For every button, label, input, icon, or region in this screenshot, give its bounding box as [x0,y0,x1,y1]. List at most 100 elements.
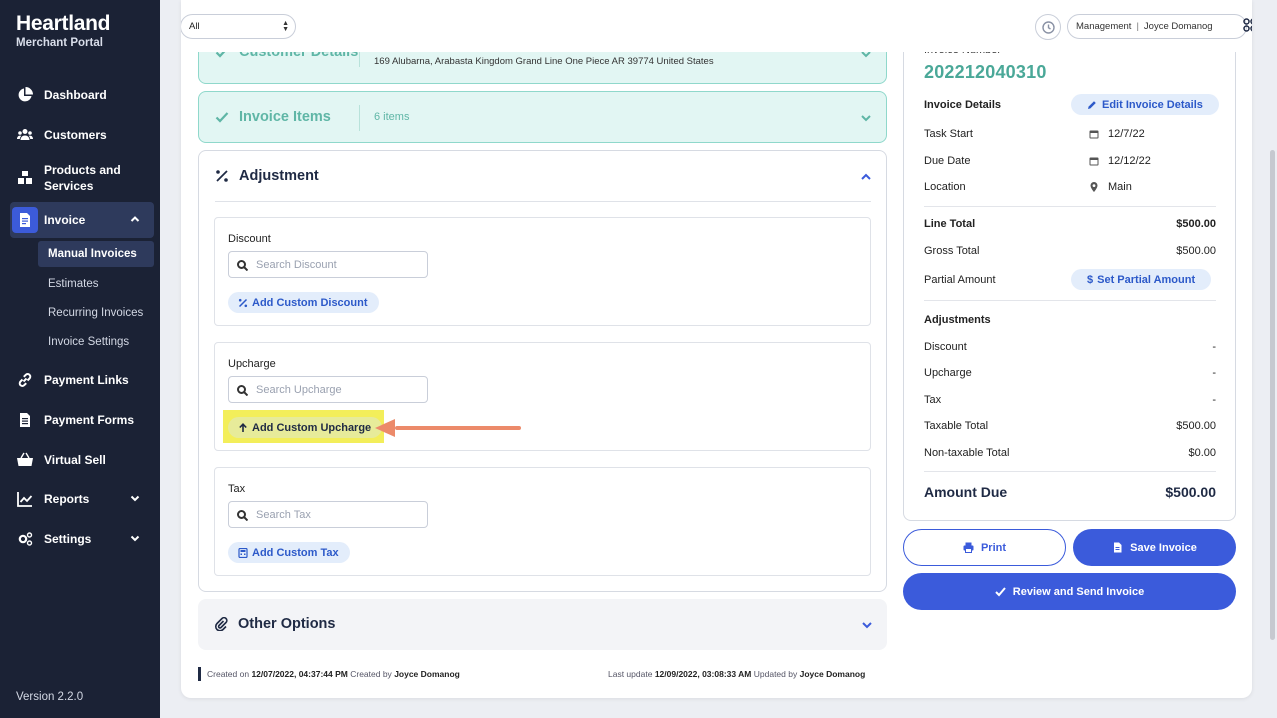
sidebar-item-label: Payment Links [44,373,129,387]
other-options-title: Other Options [214,616,335,632]
chevron-down-icon [130,492,140,506]
calculator-icon [238,547,248,558]
task-start-row: Task Start 12/7/22 [924,128,1145,140]
annotation-arrow [395,426,521,430]
annotation-arrow-head [375,419,395,437]
due-date-row: Due Date 12/12/22 [924,155,1151,167]
app-version: Version 2.2.0 [16,691,84,703]
sidebar-item-products-and-services[interactable]: Products and Services [10,162,154,194]
review-and-send-invoice-button[interactable]: Review and Send Invoice [903,573,1236,610]
user-menu[interactable]: Management | Joyce Domanog [1067,14,1247,39]
sidebar-item-virtual-sell[interactable]: Virtual Sell [10,450,154,470]
upcharge-label: Upcharge [228,358,276,370]
upcharge-search-placeholder: Search Upcharge [256,383,342,396]
sidebar-item-label: Dashboard [44,88,107,102]
chevron-up-icon[interactable] [860,170,872,182]
sidebar-item-label: Payment Forms [44,413,135,427]
sidebar-item-customers[interactable]: Customers [10,125,154,145]
chart-icon [16,490,34,508]
taxable-total-value: $500.00 [1176,420,1216,432]
chevron-down-icon[interactable] [860,111,872,123]
other-options-panel[interactable]: Other Options [198,599,887,650]
sidebar-item-dashboard[interactable]: Dashboard [10,85,154,105]
sidebar-item-reports[interactable]: Reports [10,489,154,509]
divider [924,300,1216,301]
filter-select[interactable]: All ▲ ▼ [181,14,296,39]
clock-icon [1041,20,1055,34]
top-bar: All ▲ ▼ Management | Joyce Domanog [181,0,1252,52]
chevron-down-icon [130,532,140,546]
tax-search-input[interactable]: Search Tax [228,501,428,528]
brand-subtitle: Merchant Portal [16,37,103,49]
invoice-items-count: 6 items [374,111,410,123]
add-custom-tax-button[interactable]: Add Custom Tax [228,542,350,563]
discount-row: Discount - [924,341,1216,353]
discount-section: Discount Search Discount Add Custom Disc… [214,217,871,326]
check-icon [995,587,1006,597]
history-button[interactable] [1035,14,1061,40]
invoice-editor-card: Customer Details 169 Alubarna, Arabasta … [181,0,1252,698]
upcharge-value: - [1212,367,1216,379]
sidebar: Heartland Merchant Portal Dashboard Cust… [0,0,160,718]
calendar-icon [1089,130,1099,139]
user-name: Joyce Domanog [1143,21,1213,32]
updated-on: 12/09/2022, 03:08:33 AM [654,669,752,679]
sidebar-item-settings[interactable]: Settings [10,529,154,549]
upcharge-section: Upcharge Search Upcharge Add Custom Upch… [214,342,871,451]
line-total-row: Line Total $500.00 [924,218,1216,230]
divider [215,201,871,202]
pie-chart-icon [16,86,34,104]
boxes-icon [16,169,34,187]
sidebar-subitem-invoice-settings[interactable]: Invoice Settings [38,329,154,355]
sidebar-item-payment-links[interactable]: Payment Links [10,370,154,390]
map-pin-icon [1090,182,1098,192]
brand-logo[interactable]: Heartland Merchant Portal [16,12,110,49]
sidebar-subitem-estimates[interactable]: Estimates [38,271,154,297]
edit-invoice-details-button[interactable]: Edit Invoice Details [1071,94,1219,115]
sidebar-subitem-recurring-invoices[interactable]: Recurring Invoices [38,300,154,326]
divider [359,105,360,131]
amount-due-row: Amount Due $500.00 [924,484,1216,500]
upcharge-search-input[interactable]: Search Upcharge [228,376,428,403]
due-date-value: 12/12/22 [1108,155,1151,167]
chevron-down-icon[interactable] [861,618,873,630]
save-invoice-button[interactable]: Save Invoice [1073,529,1236,566]
sidebar-subitem-manual-invoices[interactable]: Manual Invoices [38,241,154,267]
created-meta: Created on 12/07/2022, 04:37:44 PM Creat… [207,669,460,679]
select-arrows-icon: ▲ ▼ [282,20,289,33]
calendar-icon [1089,157,1099,166]
gross-total-row: Gross Total $500.00 [924,245,1216,257]
sidebar-item-label: Settings [44,532,92,546]
adjustment-title[interactable]: Adjustment [215,168,319,184]
sidebar-item-invoice[interactable]: Invoice [10,202,154,238]
task-start-value: 12/7/22 [1108,128,1145,140]
invoice-number: 202212040310 [924,62,1047,82]
pencil-icon [1088,100,1096,109]
add-custom-upcharge-button[interactable]: Add Custom Upcharge [228,417,383,438]
invoice-items-panel[interactable]: Invoice Items 6 items [198,91,887,143]
separator: | [1136,21,1139,32]
tax-label: Tax [228,483,246,495]
tax-search-placeholder: Search Tax [256,508,311,521]
line-total-value: $500.00 [1176,218,1216,230]
filter-select-value: All [189,21,200,32]
user-role: Management [1076,21,1132,32]
search-icon [237,260,248,271]
print-button[interactable]: Print [903,529,1066,566]
add-custom-discount-button[interactable]: Add Custom Discount [228,292,379,313]
sidebar-item-payment-forms[interactable]: Payment Forms [10,410,154,430]
chevron-up-icon [130,213,140,227]
meta-accent-bar [198,667,201,681]
set-partial-amount-button[interactable]: $ Set Partial Amount [1071,269,1212,290]
link-icon [16,371,34,389]
sidebar-item-label: Reports [44,492,90,506]
page-scrollbar[interactable] [1270,150,1275,640]
check-icon [215,109,231,125]
divider [924,471,1216,472]
created-on: 12/07/2022, 04:37:44 PM [251,669,348,679]
sidebar-item-label: Customers [44,128,107,142]
apps-grid-icon[interactable] [1243,18,1252,32]
dollar-icon: $ [1087,273,1094,286]
discount-search-input[interactable]: Search Discount [228,251,428,278]
percent-icon [238,298,248,307]
